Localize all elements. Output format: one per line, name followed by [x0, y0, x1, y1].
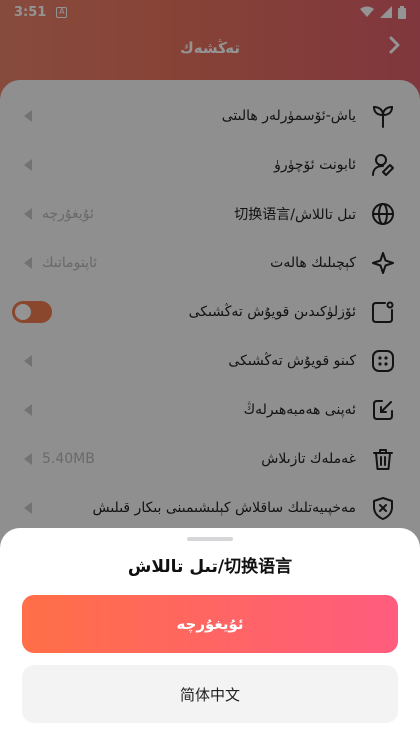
language-sheet: تىل تاللاش/切换语言 ئۇيغۇرچە 简体中文 — [0, 528, 420, 746]
language-option-chinese[interactable]: 简体中文 — [22, 665, 398, 723]
sheet-title: تىل تاللاش/切换语言 — [127, 557, 293, 577]
language-option-uyghur[interactable]: ئۇيغۇرچە — [22, 595, 398, 653]
sheet-handle[interactable] — [187, 537, 233, 541]
